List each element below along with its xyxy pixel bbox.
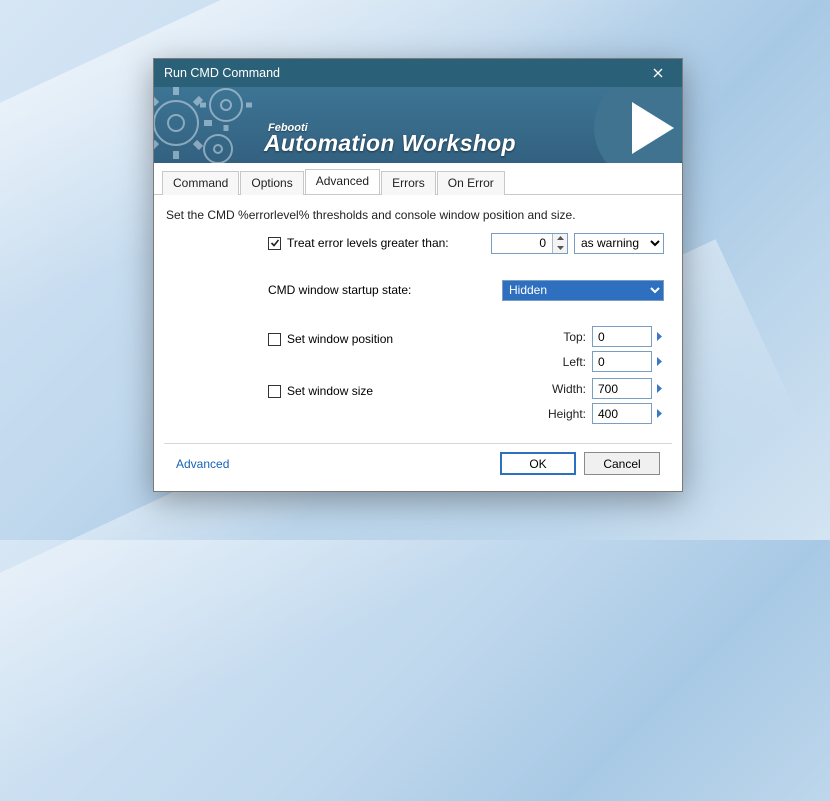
tab-options[interactable]: Options [240,171,303,195]
set-window-position-label: Set window position [287,332,393,346]
close-button[interactable] [642,62,674,84]
top-label: Top: [538,330,586,344]
tab-errors[interactable]: Errors [381,171,436,195]
variable-picker-button[interactable] [654,409,664,418]
dialog-footer: Advanced OK Cancel [164,452,672,485]
cmd-startup-state-select[interactable]: NormalMinimizedMaximizedHidden [502,280,664,301]
banner: Febooti Automation Workshop [154,87,682,163]
set-window-position-checkbox[interactable] [268,333,281,346]
startup-state-label: CMD window startup state: [268,283,411,297]
window-top-input[interactable] [592,326,652,347]
tab-on-error[interactable]: On Error [437,171,505,195]
variable-picker-button[interactable] [654,384,664,393]
variable-picker-button[interactable] [654,332,664,341]
window-height-input[interactable] [592,403,652,424]
set-window-size-checkbox[interactable] [268,385,281,398]
error-level-severity-select[interactable]: as warningas error [574,233,664,254]
tab-command[interactable]: Command [162,171,239,195]
spinner-down-button[interactable] [553,243,567,253]
treat-error-levels-checkbox[interactable] [268,237,281,250]
cancel-button[interactable]: Cancel [584,452,660,475]
window-left-input[interactable] [592,351,652,372]
window-width-input[interactable] [592,378,652,399]
left-label: Left: [538,355,586,369]
product-name: Automation Workshop [264,130,516,157]
ok-button[interactable]: OK [500,452,576,475]
spinner-up-button[interactable] [553,234,567,244]
tab-advanced[interactable]: Advanced [305,169,380,194]
variable-picker-button[interactable] [654,357,664,366]
dialog-window: Run CMD Command Febooti Automation Works… [153,58,683,492]
close-icon [653,68,663,78]
divider [164,443,672,444]
titlebar[interactable]: Run CMD Command [154,59,682,87]
advanced-link[interactable]: Advanced [176,457,229,471]
error-level-threshold-spinner[interactable] [491,233,568,254]
play-disc-icon [594,87,682,163]
treat-error-levels-label: Treat error levels greater than: [287,236,449,250]
window-title: Run CMD Command [164,66,642,80]
panel-description: Set the CMD %errorlevel% thresholds and … [164,203,672,232]
error-level-threshold-input[interactable] [492,234,552,253]
tabstrip: CommandOptionsAdvancedErrorsOn Error [154,163,682,195]
height-label: Height: [538,407,586,421]
width-label: Width: [538,382,586,396]
tab-panel-advanced: Set the CMD %errorlevel% thresholds and … [154,195,682,491]
set-window-size-label: Set window size [287,384,373,398]
